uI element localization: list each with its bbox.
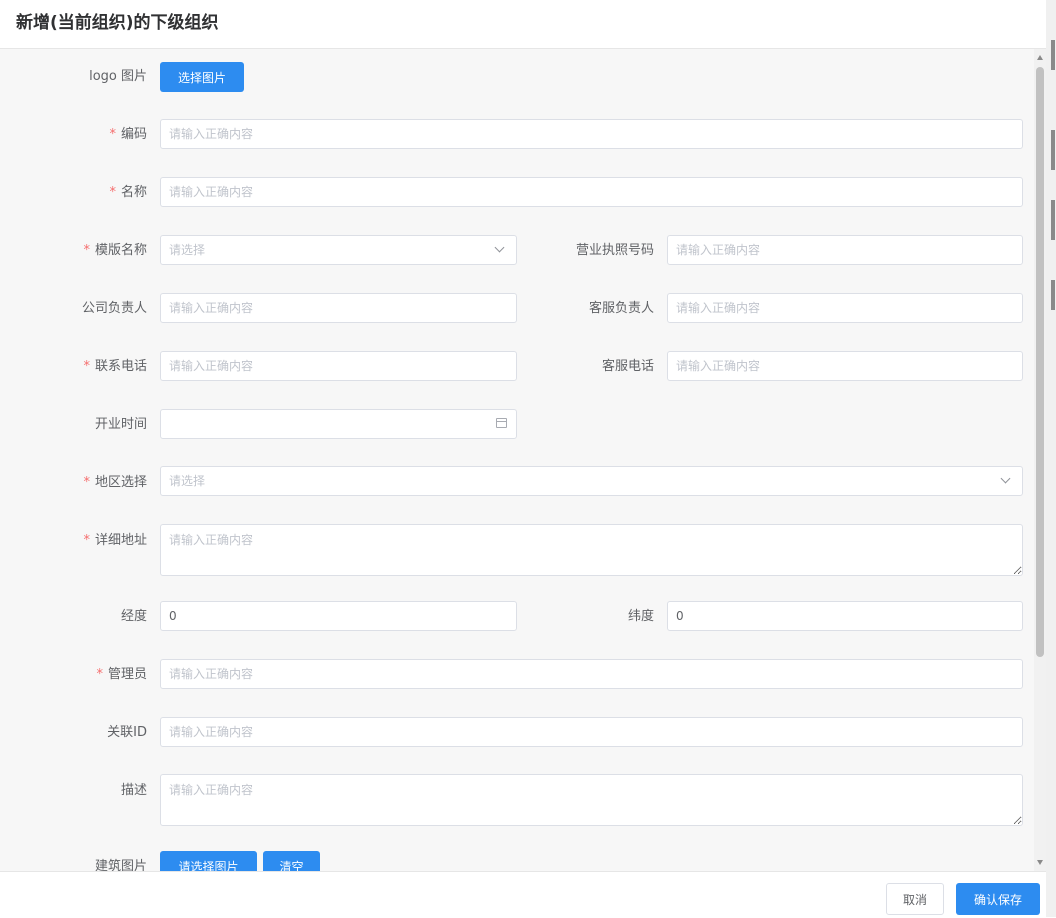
region-label-text: 地区选择 bbox=[94, 475, 147, 490]
address-textarea[interactable] bbox=[160, 524, 1023, 576]
description-label: 描述 bbox=[120, 783, 147, 798]
template-select[interactable] bbox=[160, 235, 517, 265]
name-input[interactable] bbox=[160, 177, 1023, 207]
required-mark: * bbox=[83, 359, 90, 374]
page-edge-strip bbox=[1046, 0, 1056, 917]
region-select[interactable] bbox=[160, 466, 1023, 496]
required-mark: * bbox=[83, 533, 90, 548]
service-phone-input[interactable] bbox=[667, 351, 1023, 381]
service-phone-label: 客服电话 bbox=[601, 359, 654, 374]
name-label-text: 名称 bbox=[120, 185, 147, 200]
template-label: * 模版名称 bbox=[83, 241, 147, 261]
latitude-input[interactable] bbox=[667, 601, 1023, 631]
dialog-title: 新增(当前组织)的下级组织 bbox=[16, 13, 219, 33]
dialog-header: 新增(当前组织)的下级组织 bbox=[0, 0, 1046, 49]
vertical-scrollbar[interactable] bbox=[1034, 49, 1046, 871]
template-label-text: 模版名称 bbox=[94, 243, 147, 258]
scroll-up-icon[interactable] bbox=[1037, 55, 1043, 60]
region-label: * 地区选择 bbox=[83, 473, 147, 493]
edge-mark bbox=[1051, 200, 1055, 240]
required-mark: * bbox=[96, 667, 103, 682]
relation-id-label: 关联ID bbox=[107, 725, 147, 740]
select-images-button[interactable]: 请选择图片 bbox=[160, 851, 257, 871]
code-label-text: 编码 bbox=[120, 127, 147, 142]
confirm-save-button[interactable]: 确认保存 bbox=[956, 883, 1040, 915]
clear-images-button[interactable]: 清空 bbox=[263, 851, 320, 871]
open-time-picker[interactable] bbox=[160, 409, 517, 439]
required-mark: * bbox=[109, 185, 116, 200]
code-input[interactable] bbox=[160, 119, 1023, 149]
longitude-label: 经度 bbox=[120, 609, 147, 624]
dialog-footer: 取消 确认保存 bbox=[0, 871, 1046, 918]
edge-mark bbox=[1051, 40, 1055, 70]
company-owner-label: 公司负责人 bbox=[81, 301, 147, 316]
calendar-icon bbox=[496, 418, 507, 428]
code-label: * 编码 bbox=[109, 125, 147, 145]
template-select-input[interactable] bbox=[160, 235, 517, 265]
phone-input[interactable] bbox=[160, 351, 517, 381]
scroll-down-icon[interactable] bbox=[1037, 860, 1043, 865]
address-label: * 详细地址 bbox=[83, 531, 147, 551]
required-mark: * bbox=[83, 475, 90, 490]
service-owner-input[interactable] bbox=[667, 293, 1023, 323]
required-mark: * bbox=[109, 127, 116, 142]
scrollbar-thumb[interactable] bbox=[1036, 67, 1044, 657]
select-logo-button[interactable]: 选择图片 bbox=[160, 62, 244, 92]
admin-label-text: 管理员 bbox=[107, 667, 147, 682]
open-time-label: 开业时间 bbox=[94, 417, 147, 432]
service-owner-label: 客服负责人 bbox=[588, 301, 654, 316]
relation-id-input[interactable] bbox=[160, 717, 1023, 747]
license-label: 营业执照号码 bbox=[575, 243, 654, 258]
edge-mark bbox=[1051, 280, 1055, 310]
address-label-text: 详细地址 bbox=[94, 533, 147, 548]
logo-label: logo 图片 bbox=[89, 69, 147, 84]
cancel-button[interactable]: 取消 bbox=[886, 883, 944, 915]
license-input[interactable] bbox=[667, 235, 1023, 265]
name-label: * 名称 bbox=[109, 183, 147, 203]
phone-label: * 联系电话 bbox=[83, 357, 147, 377]
admin-input[interactable] bbox=[160, 659, 1023, 689]
dialog-body[interactable]: logo 图片 选择图片 *编码 *名称 *模版名称 营业执照号码 公司负责人 … bbox=[0, 49, 1034, 871]
required-mark: * bbox=[83, 243, 90, 258]
company-owner-input[interactable] bbox=[160, 293, 517, 323]
latitude-label: 纬度 bbox=[627, 609, 654, 624]
description-textarea[interactable] bbox=[160, 774, 1023, 826]
building-images-label: 建筑图片 bbox=[94, 859, 147, 871]
edge-mark bbox=[1051, 130, 1055, 170]
phone-label-text: 联系电话 bbox=[94, 359, 147, 374]
longitude-input[interactable] bbox=[160, 601, 517, 631]
open-time-input[interactable] bbox=[160, 409, 517, 439]
admin-label: * 管理员 bbox=[96, 665, 147, 685]
region-select-input[interactable] bbox=[160, 466, 1023, 496]
